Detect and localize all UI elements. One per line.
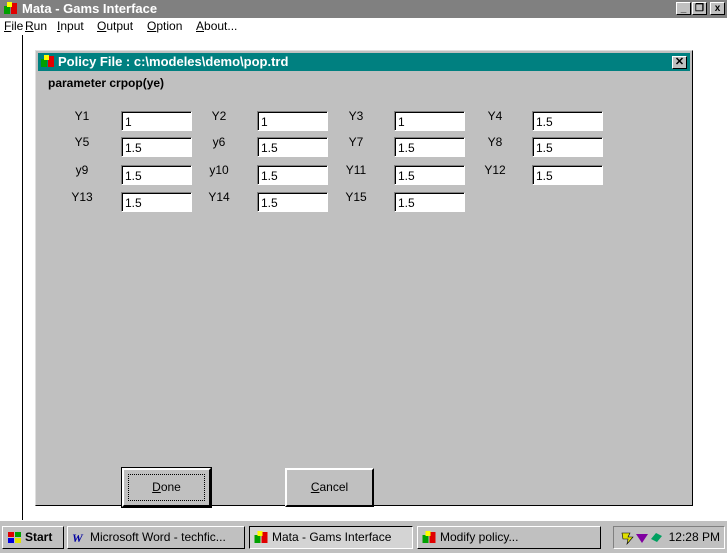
field-input-3[interactable]: 1.5	[532, 111, 603, 131]
field-label-13: Y14	[208, 190, 230, 204]
field-input-11[interactable]: 1.5	[532, 165, 603, 185]
field-label-4: Y5	[74, 135, 90, 149]
menu-about[interactable]: About...	[196, 19, 237, 34]
menu-file-label: ile	[11, 19, 24, 33]
clock: 12:28 PM	[668, 530, 720, 544]
svg-text:W: W	[72, 531, 84, 544]
field-label-14: Y15	[345, 190, 367, 204]
start-button[interactable]: Start	[2, 526, 64, 549]
mata-app-icon	[41, 55, 54, 67]
field-input-13[interactable]: 1.5	[257, 192, 328, 212]
tray-icons	[621, 532, 662, 545]
menu-input[interactable]: Input	[57, 19, 84, 34]
field-label-8: y9	[75, 163, 89, 177]
cancel-button[interactable]: Cancel	[285, 468, 374, 507]
menu-option-label: ption	[156, 19, 183, 33]
field-label-10: Y11	[345, 163, 367, 177]
task-mata[interactable]: Mata - Gams Interface	[249, 526, 413, 549]
field-input-14[interactable]: 1.5	[394, 192, 465, 212]
windows-logo-icon	[8, 532, 21, 543]
dialog-titlebar[interactable]: Policy File : c:\modeles\demo\pop.trd ✕	[38, 53, 690, 71]
field-label-11: Y12	[484, 163, 506, 177]
menu-option[interactable]: Option	[147, 19, 182, 34]
menu-bar: File Run Input Output Option About...	[0, 18, 727, 35]
menu-about-accel: A	[196, 19, 205, 33]
policy-file-dialog: Policy File : c:\modeles\demo\pop.trd ✕ …	[35, 50, 693, 508]
maximize-button[interactable]: ❐	[692, 2, 707, 15]
field-input-7[interactable]: 1.5	[532, 137, 603, 157]
field-input-12[interactable]: 1.5	[121, 192, 192, 212]
menu-run[interactable]: Run	[25, 19, 47, 34]
mata-app-icon	[422, 531, 436, 543]
main-window-titlebar[interactable]: Mata - Gams Interface _ ❐ x	[0, 0, 727, 18]
menu-output[interactable]: Output	[97, 19, 133, 34]
menu-run-accel: R	[25, 19, 34, 33]
field-input-5[interactable]: 1.5	[257, 137, 328, 157]
menu-output-accel: O	[97, 19, 107, 33]
window-title: Mata - Gams Interface	[22, 1, 158, 16]
dialog-title: Policy File : c:\modeles\demo\pop.trd	[58, 54, 289, 69]
field-input-4[interactable]: 1.5	[121, 137, 192, 157]
parameter-heading: parameter crpop(ye)	[48, 76, 165, 90]
field-input-2[interactable]: 1	[394, 111, 465, 131]
start-label: Start	[25, 530, 53, 544]
field-input-9[interactable]: 1.5	[257, 165, 328, 185]
menu-output-label: utput	[106, 19, 134, 33]
task-word-label: Microsoft Word - techfic...	[90, 530, 226, 544]
focus-rectangle	[128, 474, 205, 501]
menu-run-label: un	[33, 19, 48, 33]
system-tray: 12:28 PM	[613, 526, 725, 549]
word-icon: W	[72, 531, 84, 544]
field-label-12: Y13	[71, 190, 93, 204]
minimize-button[interactable]: _	[676, 2, 691, 15]
cancel-label: ancel	[319, 480, 349, 494]
taskbar: Start W Microsoft Word - techfic... Mata…	[0, 520, 727, 553]
field-label-2: Y3	[348, 109, 364, 123]
done-button[interactable]: Done	[121, 467, 212, 508]
field-input-6[interactable]: 1.5	[394, 137, 465, 157]
field-input-10[interactable]: 1.5	[394, 165, 465, 185]
menu-file[interactable]: File	[4, 19, 23, 34]
menu-about-label: bout...	[204, 19, 238, 33]
mata-app-icon	[4, 2, 17, 14]
task-modify-policy[interactable]: Modify policy...	[417, 526, 601, 549]
task-mata-label: Mata - Gams Interface	[272, 530, 392, 544]
field-label-9: y10	[209, 163, 229, 177]
menu-option-accel: O	[147, 19, 157, 33]
field-label-3: Y4	[487, 109, 503, 123]
field-label-1: Y2	[211, 109, 227, 123]
task-modify-policy-label: Modify policy...	[440, 530, 519, 544]
field-label-6: Y7	[348, 135, 364, 149]
dialog-close-button[interactable]: ✕	[672, 56, 687, 69]
field-label-7: Y8	[487, 135, 503, 149]
field-input-8[interactable]: 1.5	[121, 165, 192, 185]
close-button[interactable]: x	[710, 2, 725, 15]
menu-input-label: nput	[60, 19, 84, 33]
field-label-5: y6	[212, 135, 226, 149]
field-input-0[interactable]: 1	[121, 111, 192, 131]
mata-app-icon	[254, 531, 268, 543]
field-input-1[interactable]: 1	[257, 111, 328, 131]
field-label-0: Y1	[74, 109, 90, 123]
task-word[interactable]: W Microsoft Word - techfic...	[67, 526, 245, 549]
